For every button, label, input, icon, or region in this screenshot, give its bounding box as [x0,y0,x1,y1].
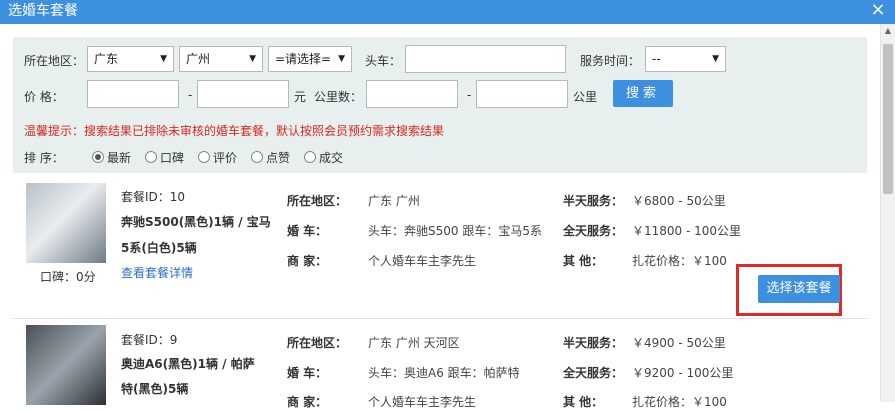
package-other: 扎花价格：￥100 [632,254,727,268]
chevron-down-icon: ▼ [160,54,167,64]
search-button[interactable]: 搜索 [613,80,673,107]
lead-car-input[interactable] [405,45,566,73]
full-day-label: 全天服务： [563,366,624,380]
radio-icon [145,151,157,163]
vertical-scrollbar[interactable]: ▲ [880,24,895,402]
km-unit: 公里 [573,90,598,104]
package-detail-link[interactable]: 查看套餐详情 [121,264,193,281]
package-region: 广东 广州 天河区 [368,336,460,350]
km-dash: - [467,88,472,102]
sort-label: 排 序： [24,151,64,165]
sort-option-newest[interactable]: 最新 [92,149,131,166]
full-day-label: 全天服务： [563,224,624,238]
province-value: 广东 [94,52,119,66]
city-select[interactable]: 广州 ▼ [179,46,263,72]
service-time-value: -- [652,52,661,66]
radio-selected-icon [92,151,104,163]
package-rating: 口碑：0分 [40,270,96,284]
lead-car-label: 头车： [365,54,402,68]
package-id: 套餐ID：10 [121,190,186,204]
package-id: 套餐ID：9 [121,333,178,347]
package-full-day: ￥9200 - 100公里 [632,366,734,380]
dialog-title: 选婚车套餐 [8,3,78,19]
package-title-line1: 奥迪A6(黑色)1辆 / 帕萨 [121,357,255,371]
region-label: 所在地区： [24,54,85,68]
car-field-label: 婚 车： [287,366,328,380]
package-title-line1: 奔驰S500(黑色)1辆 / 宝马 [121,215,271,229]
region-field-label: 所在地区： [287,194,348,208]
dialog-titlebar: 选婚车套餐 × [0,0,895,24]
sort-option-reputation[interactable]: 口碑 [145,149,184,166]
package-title-line2: 特(黑色)5辆 [121,382,189,396]
scrollbar-thumb[interactable] [883,44,893,194]
search-tip: 温馨提示：搜索结果已排除未审核的婚车套餐，默认按照会员预约需求搜索结果 [24,124,445,138]
radio-icon [304,151,316,163]
price-max-input[interactable] [197,80,289,108]
package-half-day: ￥6800 - 50公里 [632,194,726,208]
km-min-input[interactable] [366,80,458,108]
package-title-line2: 5系(白色)5辆 [121,241,197,255]
price-dash: - [188,88,193,102]
package-cars: 头车：奔驰S500 跟车：宝马5系 [368,224,542,238]
package-region: 广东 广州 [368,194,420,208]
sort-option-likes[interactable]: 点赞 [251,149,290,166]
service-time-select[interactable]: -- ▼ [645,46,726,72]
car-field-label: 婚 车： [287,224,328,238]
city-value: 广州 [186,52,211,66]
region-field-label: 所在地区： [287,336,348,350]
province-select[interactable]: 广东 ▼ [87,46,174,72]
chevron-down-icon: ▼ [338,54,345,64]
service-time-label: 服务时间： [580,54,641,68]
sort-option-review[interactable]: 评价 [198,149,237,166]
price-min-input[interactable] [87,80,179,108]
close-icon[interactable]: × [867,0,889,22]
scroll-up-icon[interactable]: ▲ [881,24,895,38]
other-label: 其 他： [563,254,604,268]
choose-package-button[interactable]: 选择该套餐 [758,275,840,303]
radio-icon [198,151,210,163]
chevron-down-icon: ▼ [249,54,256,64]
package-full-day: ￥11800 - 100公里 [632,224,742,238]
half-day-label: 半天服务： [563,336,624,350]
km-label: 公里数： [314,90,363,104]
chevron-down-icon: ▼ [712,54,719,64]
yuan-unit: 元 [294,90,307,104]
divider [13,318,867,319]
package-half-day: ￥4900 - 50公里 [632,336,726,350]
district-value: =请选择= [275,52,332,66]
radio-icon [251,151,263,163]
package-car-image[interactable] [26,183,106,263]
merchant-field-label: 商 家： [287,254,328,268]
package-cars: 头车：奥迪A6 跟车：帕萨特 [368,366,520,380]
district-select[interactable]: =请选择= ▼ [268,46,352,72]
package-car-image[interactable] [26,325,106,405]
km-max-input[interactable] [476,80,568,108]
sort-option-deals[interactable]: 成交 [304,149,343,166]
half-day-label: 半天服务： [563,194,624,208]
package-merchant: 个人婚车车主李先生 [368,254,477,268]
price-label: 价 格： [24,90,64,104]
